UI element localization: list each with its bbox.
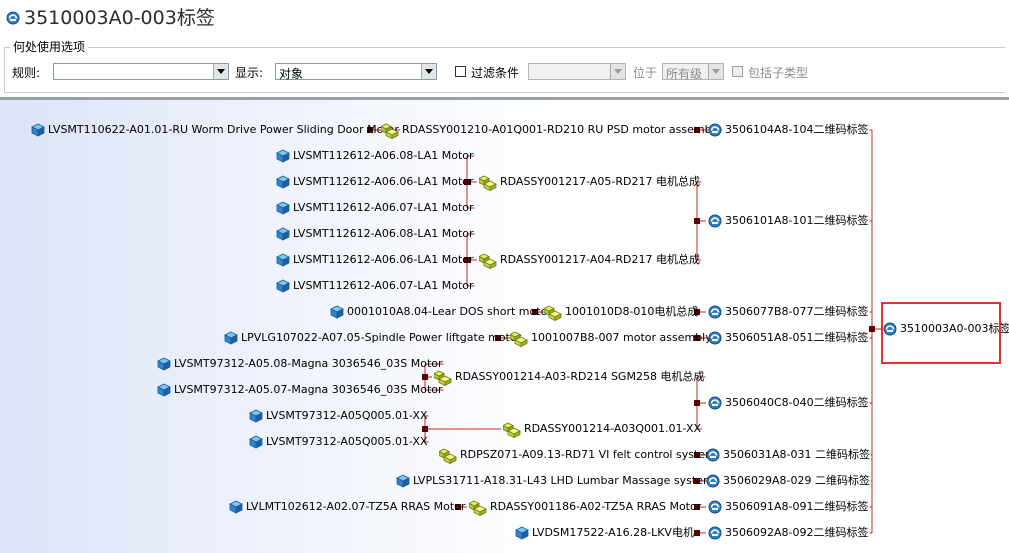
junction-marker (422, 374, 428, 380)
tree-node-label: RDPSZ071-A09.13-RD71 VI felt control sys… (460, 448, 716, 461)
tree-node-label: 3506104A8-104二维码标签 (725, 123, 869, 136)
title-bar: 3510003A0-003标签 (0, 0, 1009, 36)
tree-node-label: LVSMT112612-A06.07-LA1 Motor (293, 279, 474, 292)
chevron-down-icon[interactable] (610, 64, 625, 79)
junction-marker (869, 326, 875, 332)
include-subtypes-checkbox[interactable] (732, 66, 743, 77)
tree-node-label: LVSMT112612-A06.06-LA1 Motor (293, 175, 474, 188)
display-label: 显示: (235, 66, 264, 80)
where-used-tree[interactable]: LVSMT110622-A01.01-RU Worm Drive Power S… (0, 100, 1009, 553)
tree-node-label: LVSMT97312-A05.08-Magna 3036546_03S Moto… (174, 357, 443, 370)
tree-node-label: 3506029A8-029 二维码标签 (723, 474, 870, 487)
tree-node-label: LPVLG107022-A07.05-Spindle Power liftgat… (241, 331, 522, 344)
tree-node-label: LVSMT112612-A06.06-LA1 Motor (293, 253, 474, 266)
tree-node-label: 3506101A8-101二维码标签 (725, 214, 869, 227)
tree-node-label: 1001007B8-007 motor assembly (531, 331, 712, 344)
display-value: 对象 (279, 67, 304, 81)
junction-marker (694, 218, 700, 224)
level-value: 所有级 (666, 67, 703, 81)
window-title: 3510003A0-003标签 (24, 7, 215, 29)
tree-node-label: LVSMT97312-A05.07-Magna 3036546_03S Moto… (174, 383, 443, 396)
tree-node-label: LVSMT112612-A06.08-LA1 Motor (293, 227, 474, 240)
chevron-down-icon[interactable] (421, 64, 436, 79)
tree-node-label: RDASSY001214-A03-RD214 SGM258 电机总成 (455, 370, 705, 383)
chevron-down-icon[interactable] (708, 64, 723, 79)
tree-node-label: RDASSY001217-A05-RD217 电机总成 (500, 175, 700, 188)
filter-checkbox[interactable] (455, 66, 466, 77)
filter-combobox[interactable] (528, 63, 626, 80)
rule-label: 规则: (12, 66, 41, 80)
tree-node-label: 1001010D8-010电机总成 (565, 305, 699, 318)
tree-node-label: LVSMT110622-A01.01-RU Worm Drive Power S… (48, 123, 399, 136)
tree-node-label: RDASSY001214-A03Q001.01-XX (524, 422, 702, 435)
tree-node-label: LVSMT97312-A05Q005.01-XX (266, 409, 428, 422)
tree-node-label: LVSMT112612-A06.08-LA1 Motor (293, 149, 474, 162)
include-subtypes-label: 包括子类型 (748, 66, 809, 80)
tree-node-label: 0001010A8.04-Lear DOS short motor (347, 305, 552, 318)
filter-label: 过滤条件 (471, 66, 520, 80)
level-combobox[interactable]: 所有级 (662, 63, 724, 81)
tree-node-label: RDASSY001210-A01Q001-RD210 RU PSD motor … (402, 123, 722, 136)
selection-highlight (881, 302, 1001, 364)
tree-node-label: LVDSM17522-A16.28-LKV电机 (532, 526, 694, 539)
item-revision-icon (6, 11, 20, 25)
rule-combobox[interactable] (53, 63, 229, 80)
junction-marker (422, 426, 428, 432)
tree-node-label: 3506092A8-092二维码标签 (725, 526, 869, 539)
chevron-down-icon[interactable] (213, 64, 228, 79)
tree-node-label: LVSMT112612-A06.07-LA1 Motor (293, 201, 474, 214)
tree-node-label: 3506051A8-051二维码标签 (725, 331, 869, 344)
display-combobox[interactable]: 对象 (275, 63, 437, 81)
tree-node-label: 3506077B8-077二维码标签 (725, 305, 869, 318)
options-group-label: 何处使用选项 (10, 38, 89, 55)
tree-node-label: LVLMT102612-A02.07-TZ5A RRAS Motor (246, 500, 466, 513)
tree-node-label: 3506040C8-040二维码标签 (725, 396, 869, 409)
tree-node-label: RDASSY001186-A02-TZ5A RRAS Motor (490, 500, 702, 513)
tree-node-label: LVPLS31711-A18.31-L43 LHD Lumbar Massage… (413, 474, 714, 487)
junction-marker (694, 400, 700, 406)
position-label: 位于 (633, 66, 658, 80)
tree-node-label: LVSMT97312-A05Q005.01-XX (266, 435, 428, 448)
tree-node-label: 3506091A8-091二维码标签 (725, 500, 869, 513)
tree-node-label: RDASSY001217-A04-RD217 电机总成 (500, 253, 700, 266)
junction-marker (694, 530, 700, 536)
tree-node-label: 3506031A8-031 二维码标签 (723, 448, 870, 461)
